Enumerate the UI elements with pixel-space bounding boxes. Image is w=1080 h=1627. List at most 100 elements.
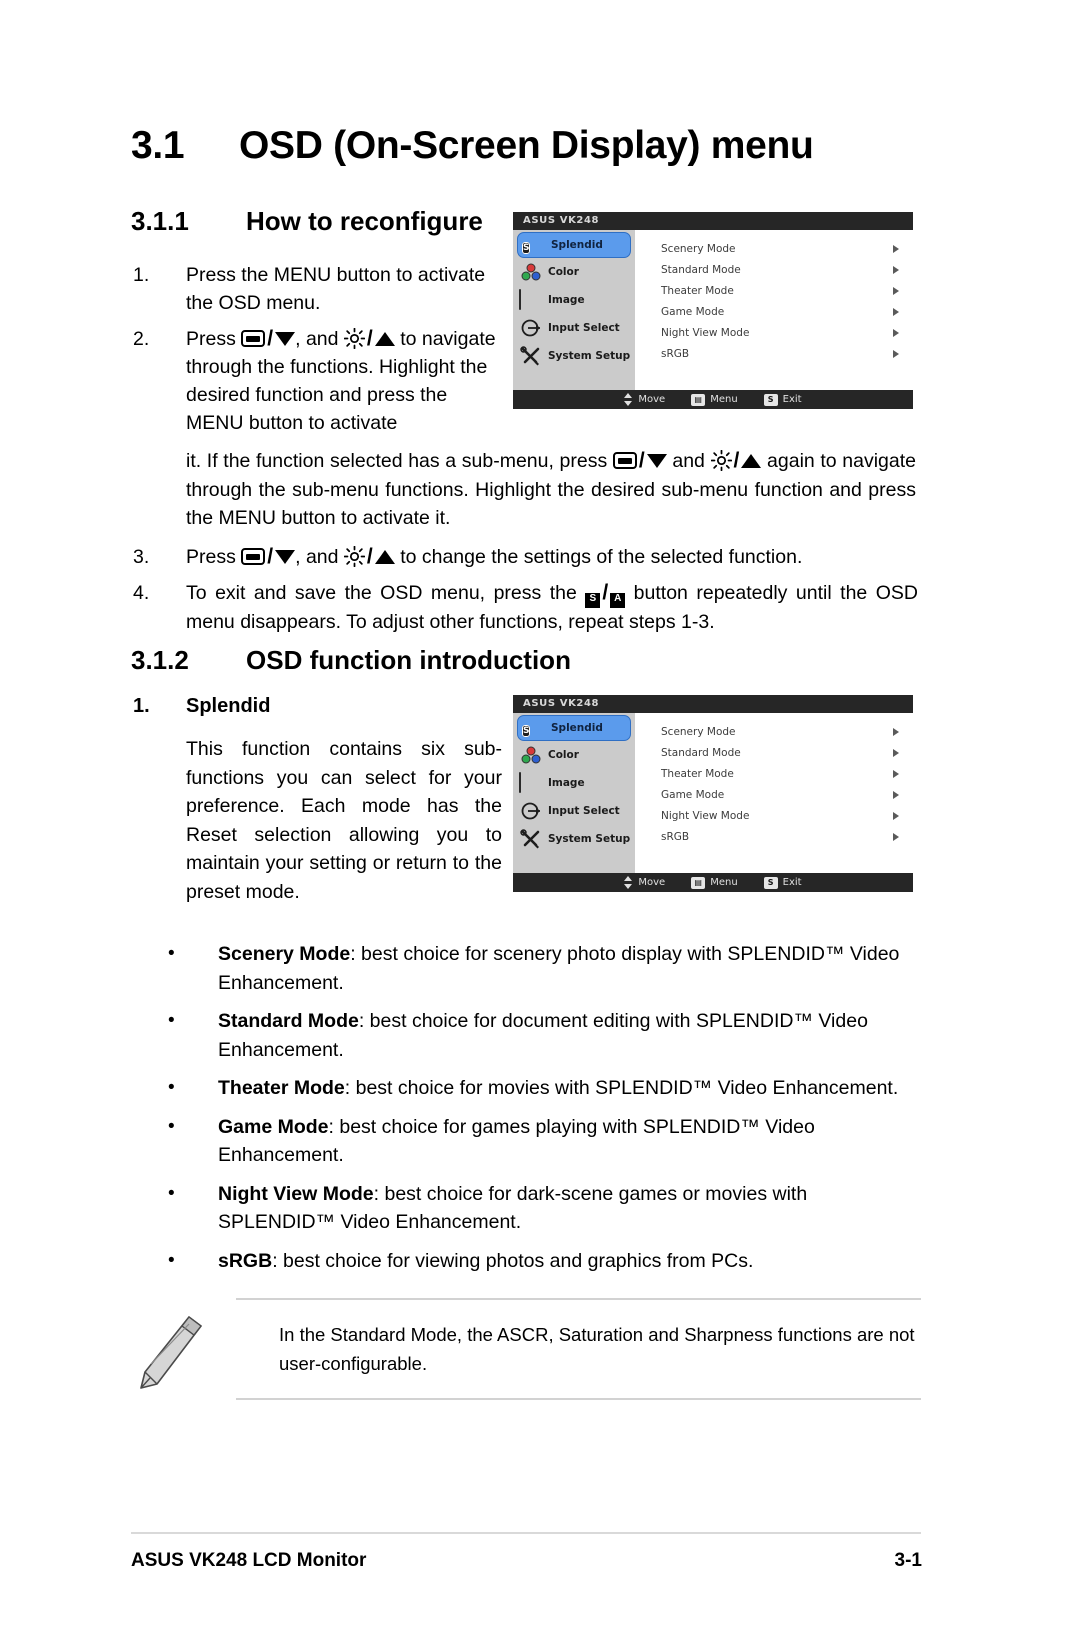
osd-submenu-label: Night View Mode — [661, 809, 750, 822]
osd-menu-label: Color — [548, 749, 579, 761]
splendid-icon: S — [522, 725, 531, 737]
osd-submenu-label: sRGB — [661, 347, 690, 360]
up-arrow-icon — [741, 454, 762, 468]
up-arrow-icon — [374, 550, 395, 564]
chevron-right-icon — [893, 328, 899, 337]
osd-status-menu-label: Menu — [710, 877, 738, 888]
osd-sidebar: S Splendid Color Image Input Select Syst… — [513, 230, 635, 390]
image-icon — [519, 289, 543, 310]
osd-menu-item-input-select[interactable]: Input Select — [513, 797, 635, 825]
section-title: OSD (On-Screen Display) menu — [239, 124, 814, 167]
osd-menu-item-image[interactable]: Image — [513, 769, 635, 797]
osd-status-bar: Move ▤ Menu S Exit — [513, 390, 913, 409]
pencil-icon — [131, 1312, 209, 1392]
bullet-text: : best choice for movies with SPLENDID™ … — [344, 1077, 899, 1099]
item-marker: 1. — [133, 695, 150, 717]
osd-status-menu[interactable]: ▤ Menu — [691, 876, 738, 889]
osd-status-move[interactable]: Move — [624, 876, 665, 889]
osd-submenu-row[interactable]: sRGB — [635, 343, 913, 364]
osd-submenu-label: Game Mode — [661, 788, 725, 801]
osd-menu-label: Input Select — [548, 805, 620, 817]
down-arrow-icon — [275, 550, 296, 564]
bullet-label: Standard Mode — [218, 1010, 359, 1032]
osd-submenu-label: Theater Mode — [661, 284, 734, 297]
osd-submenu-row[interactable]: Theater Mode — [635, 763, 913, 784]
chevron-right-icon — [893, 265, 899, 274]
osd-menu-item-system-setup[interactable]: System Setup — [513, 342, 635, 370]
step-text: Press /, and / to navigate through the f… — [186, 327, 496, 434]
splendid-heading: 1. Splendid — [133, 692, 513, 720]
osd-submenu-row[interactable]: Scenery Mode — [635, 238, 913, 259]
osd-menu-label: Splendid — [551, 239, 603, 251]
color-icon — [519, 262, 543, 282]
osd-menu-label: Color — [548, 266, 579, 278]
brightness-icon — [343, 546, 365, 567]
image-icon — [519, 772, 543, 793]
subsection-number: 3.1.2 — [131, 645, 189, 675]
osd-status-menu[interactable]: ▤ Menu — [691, 393, 738, 406]
osd-sidebar: S Splendid Color Image Input Select Syst… — [513, 713, 635, 873]
down-arrow-icon — [275, 332, 296, 346]
step-3: 3. Press /, and / to change the settings… — [133, 543, 918, 571]
osd-menu-label: System Setup — [548, 350, 631, 362]
menu-button-icon — [241, 548, 266, 565]
osd-submenu-row[interactable]: Game Mode — [635, 301, 913, 322]
osd-status-exit-label: Exit — [782, 394, 802, 405]
step-1: 1. Press the MENU button to activate the… — [133, 261, 503, 317]
osd-menu-item-splendid[interactable]: S Splendid — [517, 232, 631, 258]
footer-divider — [131, 1532, 921, 1534]
list-item: • Night View Mode: best choice for dark-… — [165, 1180, 920, 1237]
osd-submenu-label: sRGB — [661, 830, 690, 843]
osd-body: S Splendid Color Image Input Select Syst… — [513, 230, 913, 390]
osd-menu-item-splendid[interactable]: S Splendid — [517, 715, 631, 741]
footer-page-number: 3-1 — [894, 1550, 922, 1571]
osd-menu-item-system-setup[interactable]: System Setup — [513, 825, 635, 853]
note-text: In the Standard Mode, the ASCR, Saturati… — [279, 1324, 915, 1374]
select-button-icon: S — [585, 593, 601, 608]
item-title: Splendid — [186, 695, 271, 717]
bullet-dot: • — [168, 1182, 175, 1204]
osd-status-move[interactable]: Move — [624, 393, 665, 406]
osd-submenu-label: Scenery Mode — [661, 242, 736, 255]
osd-submenu-row[interactable]: Game Mode — [635, 784, 913, 805]
osd-status-move-label: Move — [638, 877, 666, 888]
osd-submenu-row[interactable]: Standard Mode — [635, 742, 913, 763]
osd-status-exit[interactable]: S Exit — [763, 393, 802, 406]
osd-submenu-label: Theater Mode — [661, 767, 734, 780]
osd-submenu-row[interactable]: sRGB — [635, 826, 913, 847]
osd-status-bar: Move ▤ Menu S Exit — [513, 873, 913, 892]
step-marker: 4. — [133, 582, 150, 604]
osd-submenu-row[interactable]: Scenery Mode — [635, 721, 913, 742]
osd-submenu-label: Standard Mode — [661, 746, 741, 759]
chevron-right-icon — [893, 748, 899, 757]
step-marker: 3. — [133, 546, 150, 568]
osd-submenu-row[interactable]: Theater Mode — [635, 280, 913, 301]
exit-key-icon: S — [763, 876, 778, 889]
bullet-dot: • — [168, 1249, 175, 1271]
list-item: • Scenery Mode: best choice for scenery … — [165, 940, 920, 997]
osd-screenshot-2: ASUS VK248 S Splendid Color Image Input … — [513, 695, 913, 901]
step2-cont-mid: and — [672, 450, 705, 472]
mode-bullet-list: • Scenery Mode: best choice for scenery … — [165, 940, 920, 1285]
osd-submenu-row[interactable]: Night View Mode — [635, 322, 913, 343]
list-item: • Standard Mode: best choice for documen… — [165, 1007, 920, 1064]
osd-submenu-row[interactable]: Standard Mode — [635, 259, 913, 280]
chevron-right-icon — [893, 244, 899, 253]
osd-submenu-label: Game Mode — [661, 305, 725, 318]
osd-menu-item-input-select[interactable]: Input Select — [513, 314, 635, 342]
up-down-arrows-icon — [624, 876, 633, 889]
osd-submenu-row[interactable]: Night View Mode — [635, 805, 913, 826]
input-select-icon — [519, 801, 543, 821]
osd-menu-item-image[interactable]: Image — [513, 286, 635, 314]
step2-mid: , and — [295, 328, 339, 350]
osd-menu-label: Image — [548, 294, 585, 306]
bullet-label: Scenery Mode — [218, 943, 351, 965]
footer-left-text: ASUS VK248 LCD Monitor — [131, 1550, 367, 1571]
osd-menu-item-color[interactable]: Color — [513, 258, 635, 286]
osd-status-exit[interactable]: S Exit — [763, 876, 802, 889]
down-arrow-icon — [646, 454, 667, 468]
osd-status-menu-label: Menu — [710, 394, 738, 405]
chevron-right-icon — [893, 349, 899, 358]
osd-menu-item-color[interactable]: Color — [513, 741, 635, 769]
chevron-right-icon — [893, 769, 899, 778]
